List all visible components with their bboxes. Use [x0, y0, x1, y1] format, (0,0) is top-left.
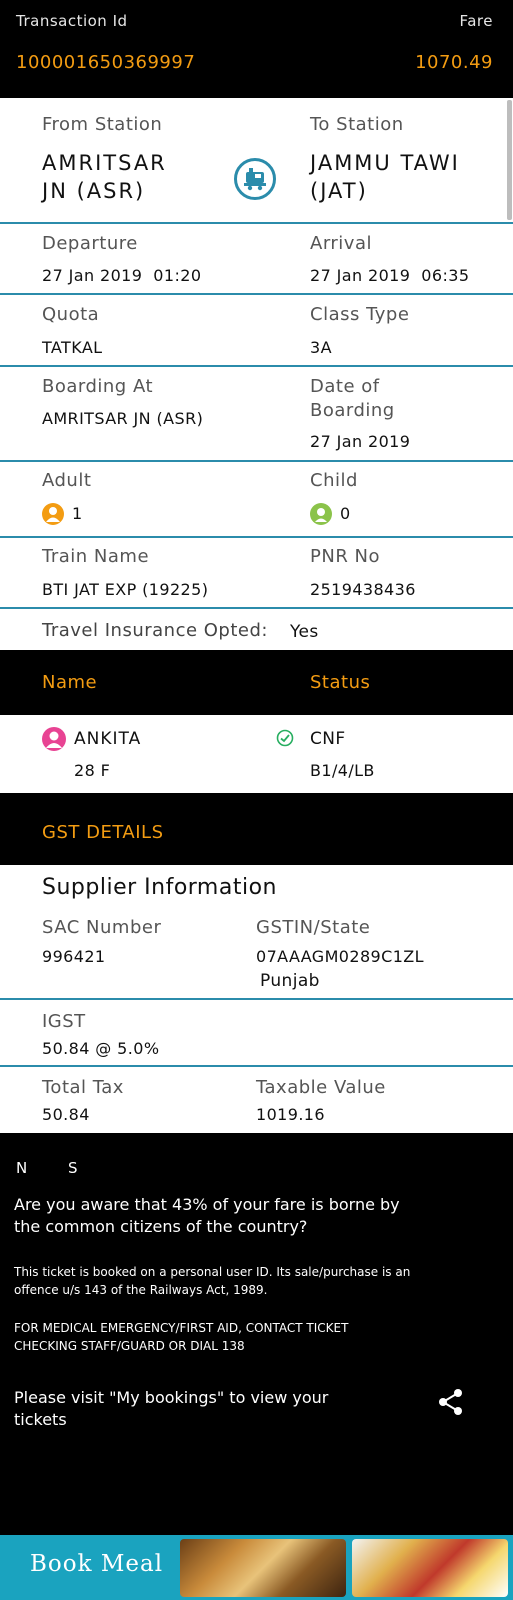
passenger-table-header: Name Status	[0, 650, 513, 715]
divider	[0, 536, 513, 538]
share-icon[interactable]	[436, 1387, 466, 1417]
divider	[0, 998, 513, 1000]
meal-image	[180, 1539, 346, 1597]
taxable-value: 1019.16	[256, 1105, 325, 1124]
taxable-value-label: Taxable Value	[256, 1077, 386, 1098]
table-row: ANKITA 28 F CNF B1/4/LB	[0, 715, 513, 793]
supplier-information-title: Supplier Information	[42, 875, 277, 900]
transaction-id-label: Transaction Id	[16, 12, 128, 30]
divider	[0, 293, 513, 295]
divider	[0, 460, 513, 462]
status-column-header: Status	[310, 672, 371, 693]
quota-value: TATKAL	[42, 338, 103, 357]
journey-details: From Station To Station AMRITSAR JN (ASR…	[0, 98, 513, 650]
fare-value: 1070.49	[415, 52, 493, 73]
boarding-at-value: AMRITSAR JN (ASR)	[42, 409, 204, 428]
divider	[0, 1065, 513, 1067]
quota-label: Quota	[42, 304, 100, 325]
date-of-boarding-value: 27 Jan 2019	[310, 432, 411, 451]
transaction-id-value: 100001650369997	[16, 52, 196, 73]
sac-number-label: SAC Number	[42, 917, 162, 938]
legal-note-line2: offence u/s 143 of the Railways Act, 198…	[14, 1283, 268, 1297]
ns-indicator-n: N	[16, 1159, 28, 1177]
to-station-line1: JAMMU TAWI	[310, 151, 460, 175]
pnr-label: PNR No	[310, 546, 381, 567]
legal-note-line1: This ticket is booked on a personal user…	[14, 1265, 411, 1279]
visit-bookings-line2: tickets	[14, 1410, 67, 1429]
ns-indicator-s: S	[68, 1159, 78, 1177]
visit-bookings-line1: Please visit "My bookings" to view your	[14, 1388, 329, 1407]
arrival-label: Arrival	[310, 233, 372, 254]
from-station-line2: JN (ASR)	[42, 179, 146, 203]
to-station-line2: (JAT)	[310, 179, 368, 203]
transaction-header: Transaction Id Fare 100001650369997 1070…	[0, 0, 513, 98]
scrollbar[interactable]	[507, 100, 512, 220]
ticket-footer: N S Are you aware that 43% of your fare …	[0, 1133, 513, 1535]
from-station-line1: AMRITSAR	[42, 151, 167, 175]
gstin-state-label: GSTIN/State	[256, 917, 371, 938]
divider	[0, 365, 513, 367]
sac-number-value: 996421	[42, 947, 106, 966]
travel-insurance-value: Yes	[290, 622, 319, 642]
meal-image	[352, 1539, 508, 1597]
gst-header: GST DETAILS	[0, 800, 513, 865]
pnr-value: 2519438436	[310, 580, 416, 599]
passenger-name: ANKITA	[74, 729, 142, 749]
berth-info: B1/4/LB	[310, 761, 375, 780]
fare-awareness-line1: Are you aware that 43% of your fare is b…	[14, 1195, 400, 1214]
total-tax-label: Total Tax	[42, 1077, 124, 1098]
date-of-boarding-label-2: Boarding	[310, 400, 395, 421]
gstin-value: 07AAAGM0289C1ZL	[256, 947, 424, 966]
fare-awareness-line2: the common citizens of the country?	[14, 1217, 308, 1236]
child-count: 0	[340, 504, 351, 523]
arrival-value: 27 Jan 2019 06:35	[310, 266, 470, 285]
name-column-header: Name	[42, 672, 98, 693]
divider	[0, 222, 513, 224]
boarding-at-label: Boarding At	[42, 376, 154, 397]
date-of-boarding-label-1: Date of	[310, 376, 380, 397]
class-type-label: Class Type	[310, 304, 410, 325]
check-circle-icon	[276, 729, 294, 747]
gst-state-value: Punjab	[260, 971, 320, 991]
train-name-value: BTI JAT EXP (19225)	[42, 580, 209, 599]
fare-label: Fare	[459, 12, 493, 30]
child-icon	[310, 503, 332, 525]
class-type-value: 3A	[310, 338, 332, 357]
train-name-label: Train Name	[42, 546, 150, 567]
adult-icon	[42, 503, 64, 525]
book-meal-banner[interactable]: Book Meal	[0, 1535, 513, 1600]
train-icon	[234, 158, 276, 200]
departure-label: Departure	[42, 233, 138, 254]
booking-status: CNF	[310, 729, 346, 749]
emergency-note-line1: FOR MEDICAL EMERGENCY/FIRST AID, CONTACT…	[14, 1321, 349, 1335]
gst-header-title: GST DETAILS	[42, 822, 164, 843]
divider	[0, 607, 513, 609]
igst-label: IGST	[42, 1011, 86, 1032]
travel-insurance-label: Travel Insurance Opted:	[42, 620, 268, 641]
departure-value: 27 Jan 2019 01:20	[42, 266, 202, 285]
passenger-icon	[42, 727, 66, 751]
gst-details: Supplier Information SAC Number GSTIN/St…	[0, 865, 513, 1133]
from-station-label: From Station	[42, 114, 163, 135]
adult-label: Adult	[42, 470, 92, 491]
book-meal-label: Book Meal	[30, 1551, 164, 1577]
passenger-age-gender: 28 F	[74, 761, 111, 780]
igst-value: 50.84 @ 5.0%	[42, 1039, 160, 1058]
emergency-note-line2: CHECKING STAFF/GUARD OR DIAL 138	[14, 1339, 245, 1353]
total-tax-value: 50.84	[42, 1105, 90, 1124]
adult-count: 1	[72, 504, 83, 523]
child-label: Child	[310, 470, 358, 491]
to-station-label: To Station	[310, 114, 404, 135]
